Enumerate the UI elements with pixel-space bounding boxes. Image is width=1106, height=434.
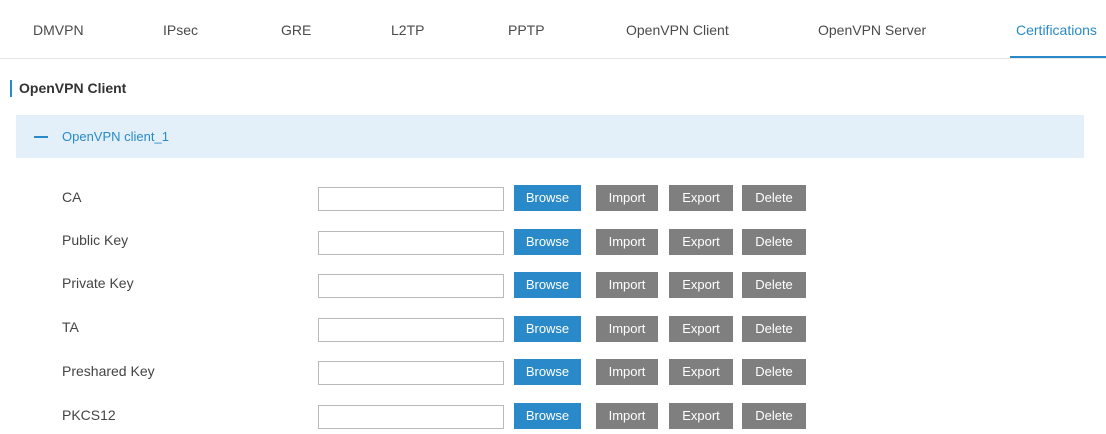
export-button[interactable]: Export xyxy=(669,272,733,298)
export-button[interactable]: Export xyxy=(669,316,733,342)
tab-dmvpn[interactable]: DMVPN xyxy=(33,0,84,58)
private-key-file-input[interactable] xyxy=(318,274,504,298)
browse-button[interactable]: Browse xyxy=(514,229,581,255)
cert-row-pkcs12: PKCS12 Browse Import Export Delete xyxy=(0,400,1106,430)
tab-bar: DMVPN IPsec GRE L2TP PPTP OpenVPN Client… xyxy=(0,0,1106,59)
cert-row-private-key: Private Key Browse Import Export Delete xyxy=(0,269,1106,299)
tab-openvpn-client[interactable]: OpenVPN Client xyxy=(626,0,729,58)
ta-file-input[interactable] xyxy=(318,318,504,342)
browse-button[interactable]: Browse xyxy=(514,316,581,342)
delete-button[interactable]: Delete xyxy=(742,229,806,255)
import-button[interactable]: Import xyxy=(596,316,658,342)
section-title: OpenVPN Client xyxy=(10,80,126,97)
export-button[interactable]: Export xyxy=(669,359,733,385)
row-label: Preshared Key xyxy=(62,363,155,379)
export-button[interactable]: Export xyxy=(669,403,733,429)
delete-button[interactable]: Delete xyxy=(742,185,806,211)
row-label: TA xyxy=(62,319,79,335)
tab-l2tp[interactable]: L2TP xyxy=(391,0,424,58)
openvpn-client-panel-header[interactable]: OpenVPN client_1 xyxy=(16,115,1084,158)
tab-gre[interactable]: GRE xyxy=(281,0,311,58)
delete-button[interactable]: Delete xyxy=(742,359,806,385)
active-tab-indicator xyxy=(1010,56,1106,58)
minus-icon[interactable] xyxy=(34,136,48,138)
row-label: Public Key xyxy=(62,232,129,248)
import-button[interactable]: Import xyxy=(596,272,658,298)
cert-row-public-key: Public Key Browse Import Export Delete xyxy=(0,226,1106,256)
cert-row-ta: TA Browse Import Export Delete xyxy=(0,313,1106,343)
public-key-file-input[interactable] xyxy=(318,231,504,255)
import-button[interactable]: Import xyxy=(596,185,658,211)
import-button[interactable]: Import xyxy=(596,229,658,255)
export-button[interactable]: Export xyxy=(669,185,733,211)
import-button[interactable]: Import xyxy=(596,359,658,385)
browse-button[interactable]: Browse xyxy=(514,403,581,429)
row-label: CA xyxy=(62,189,82,205)
row-label: Private Key xyxy=(62,275,134,291)
cert-row-preshared-key: Preshared Key Browse Import Export Delet… xyxy=(0,356,1106,386)
cert-row-ca: CA Browse Import Export Delete xyxy=(0,182,1106,212)
ca-file-input[interactable] xyxy=(318,187,504,211)
tab-ipsec[interactable]: IPsec xyxy=(163,0,198,58)
delete-button[interactable]: Delete xyxy=(742,272,806,298)
browse-button[interactable]: Browse xyxy=(514,359,581,385)
panel-title: OpenVPN client_1 xyxy=(62,129,169,144)
delete-button[interactable]: Delete xyxy=(742,316,806,342)
delete-button[interactable]: Delete xyxy=(742,403,806,429)
tab-certifications[interactable]: Certifications xyxy=(1016,0,1097,58)
tab-pptp[interactable]: PPTP xyxy=(508,0,545,58)
import-button[interactable]: Import xyxy=(596,403,658,429)
export-button[interactable]: Export xyxy=(669,229,733,255)
browse-button[interactable]: Browse xyxy=(514,185,581,211)
pkcs12-file-input[interactable] xyxy=(318,405,504,429)
row-label: PKCS12 xyxy=(62,407,116,423)
browse-button[interactable]: Browse xyxy=(514,272,581,298)
preshared-key-file-input[interactable] xyxy=(318,361,504,385)
tab-openvpn-server[interactable]: OpenVPN Server xyxy=(818,0,926,58)
